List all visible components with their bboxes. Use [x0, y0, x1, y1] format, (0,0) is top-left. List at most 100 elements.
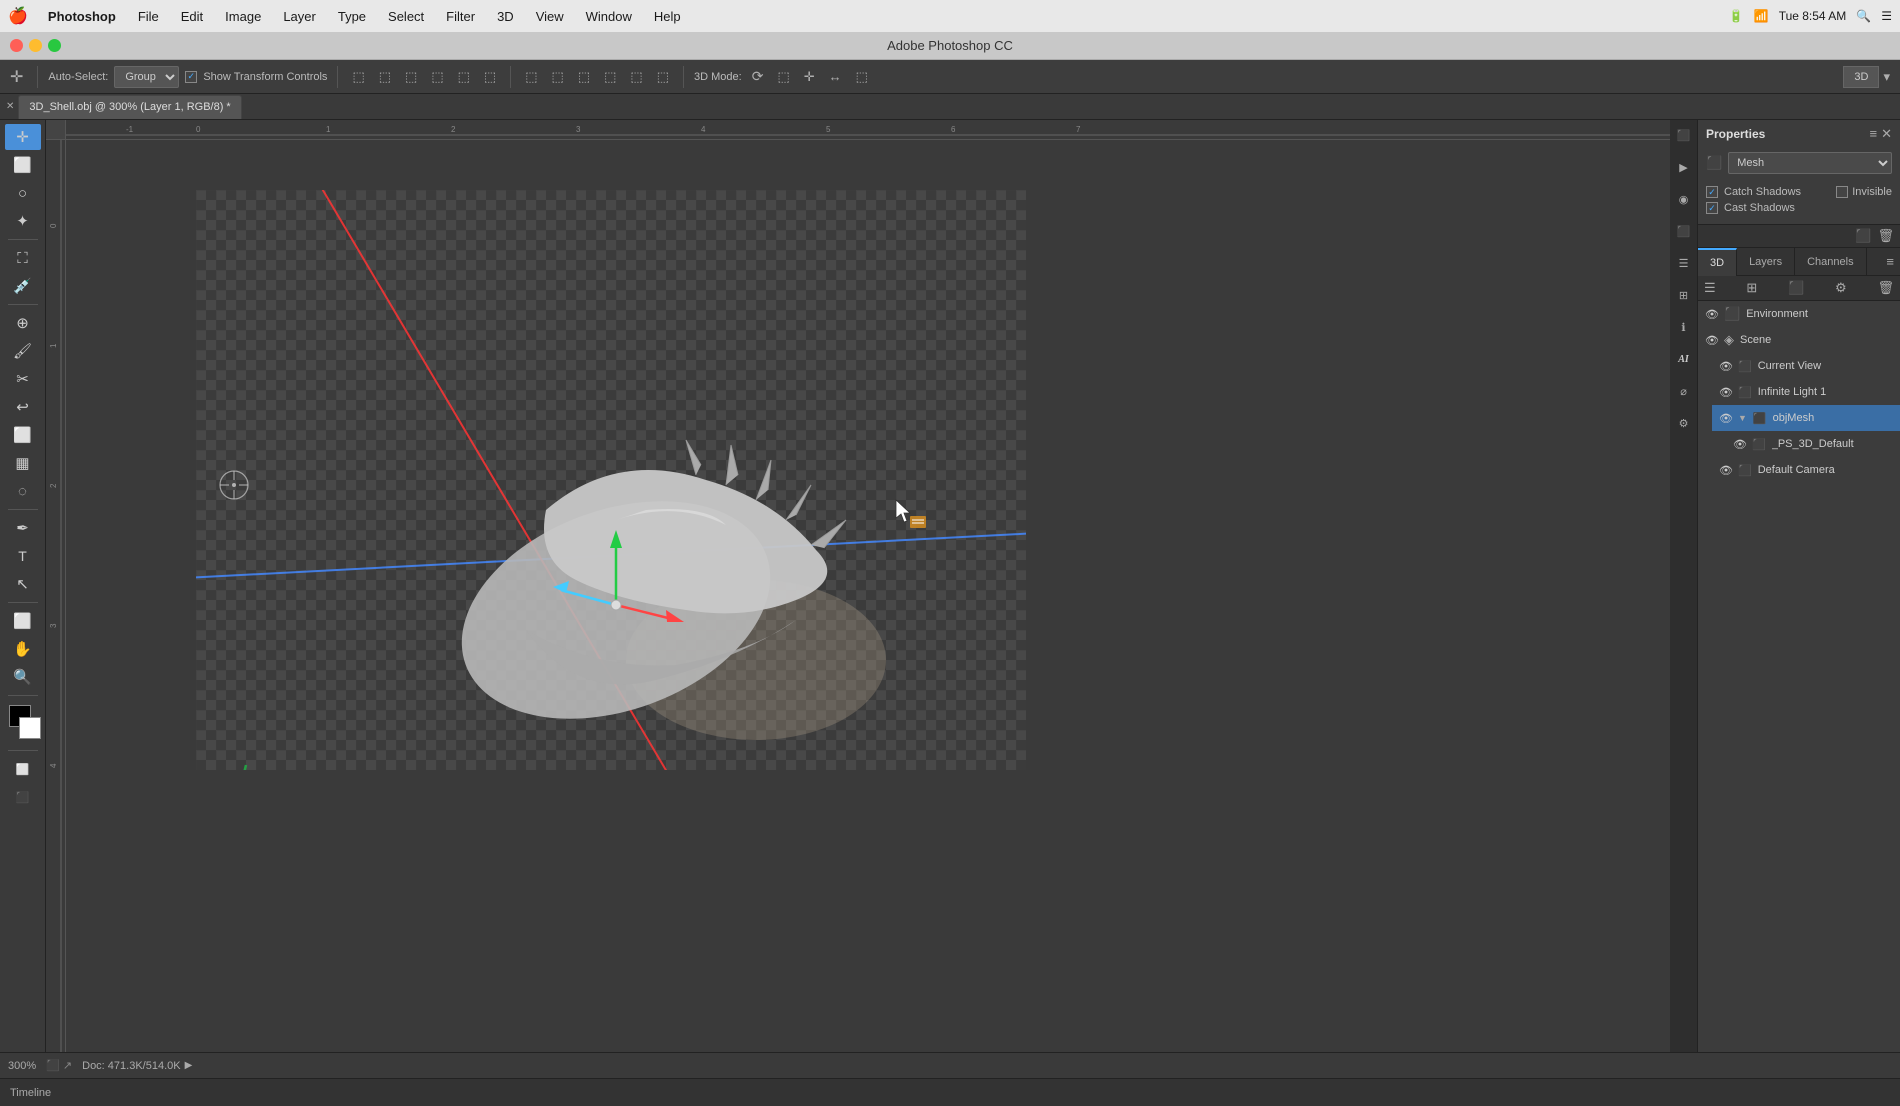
- menu-3d[interactable]: 3D: [487, 7, 524, 26]
- quick-select-tool[interactable]: ✦: [5, 208, 41, 234]
- cast-shadows-check[interactable]: ✓: [1706, 202, 1718, 214]
- info-icon[interactable]: ℹ: [1673, 316, 1695, 338]
- menu-edit[interactable]: Edit: [171, 7, 213, 26]
- select-rect-tool[interactable]: ⬜: [5, 152, 41, 178]
- menu-file[interactable]: File: [128, 7, 169, 26]
- background-color[interactable]: [19, 717, 41, 739]
- align-bottom-icon[interactable]: ⬚: [480, 67, 500, 87]
- document-canvas[interactable]: Y X: [66, 140, 1670, 1052]
- align-right-icon[interactable]: ⬚: [401, 67, 421, 87]
- show-transform-check[interactable]: [185, 71, 197, 83]
- panel-filter-icon[interactable]: ⬛: [1855, 228, 1871, 244]
- document-tab[interactable]: 3D_Shell.obj @ 300% (Layer 1, RGB/8) *: [18, 95, 241, 119]
- mini-bridge-icon[interactable]: ⬛: [1673, 124, 1695, 146]
- maximize-button[interactable]: [48, 39, 61, 52]
- blur-tool[interactable]: ◌: [5, 478, 41, 504]
- layer-vis-view[interactable]: 👁: [1718, 358, 1734, 374]
- layer-scene[interactable]: 👁 ◈ Scene: [1698, 327, 1900, 353]
- move-tool[interactable]: ✛: [5, 124, 41, 150]
- path-select-tool[interactable]: ↖: [5, 571, 41, 597]
- panel-trash-icon[interactable]: 🗑: [1877, 228, 1894, 244]
- layer-comp-icon[interactable]: ☰: [1673, 252, 1695, 274]
- menu-help[interactable]: Help: [644, 7, 691, 26]
- shape-tool[interactable]: ⬜: [5, 608, 41, 634]
- layer-vis-env[interactable]: 👁: [1704, 306, 1720, 322]
- layer-obj-mesh[interactable]: 👁 ▼ ⬛ objMesh: [1712, 405, 1900, 431]
- menu-type[interactable]: Type: [328, 7, 376, 26]
- status-arrow[interactable]: ▶: [185, 1060, 193, 1071]
- align-center-v-icon[interactable]: ⬚: [454, 67, 474, 87]
- gradient-tool[interactable]: ▦: [5, 450, 41, 476]
- brush-tool[interactable]: 🖌: [5, 338, 41, 364]
- layer-current-view[interactable]: 👁 ⬛ Current View: [1712, 353, 1900, 379]
- menu-select[interactable]: Select: [378, 7, 434, 26]
- 3d-chevron-icon[interactable]: ▾: [1879, 67, 1894, 87]
- minimize-button[interactable]: [29, 39, 42, 52]
- distribute-h-icon[interactable]: ⬚: [521, 67, 541, 87]
- menu-image[interactable]: Image: [215, 7, 271, 26]
- layer-vis-mesh[interactable]: 👁: [1718, 410, 1734, 426]
- ai-icon[interactable]: AI: [1673, 348, 1695, 370]
- 3d-sphere-icon[interactable]: ◉: [1673, 188, 1695, 210]
- quick-mask-btn[interactable]: ⬜: [5, 756, 41, 782]
- 3d-rotate-icon[interactable]: ⟳: [748, 66, 768, 87]
- menu-filter[interactable]: Filter: [436, 7, 485, 26]
- 3d-slide-icon[interactable]: ↔: [825, 67, 846, 86]
- 3d-roll-icon[interactable]: ⬚: [773, 67, 793, 87]
- zoom-tool[interactable]: 🔍: [5, 664, 41, 690]
- lasso-tool[interactable]: ○: [5, 180, 41, 206]
- mesh-dropdown[interactable]: Mesh: [1728, 152, 1892, 174]
- layer-ps3d-default[interactable]: 👁 ⬛ _PS_3D_Default: [1726, 431, 1900, 457]
- layer-filter-icon[interactable]: ⚙: [1835, 280, 1847, 296]
- align-center-h-icon[interactable]: ⬚: [375, 67, 395, 87]
- menu-window[interactable]: Window: [576, 7, 642, 26]
- healing-brush-tool[interactable]: ⊕: [5, 310, 41, 336]
- align-left-icon[interactable]: ⬚: [348, 67, 368, 87]
- invisible-check[interactable]: [1836, 186, 1848, 198]
- timeline-icon[interactable]: ⬛: [1673, 220, 1695, 242]
- align-top-icon[interactable]: ⬚: [427, 67, 447, 87]
- 3d-scale-icon[interactable]: ⬚: [852, 67, 872, 87]
- search-icon[interactable]: 🔍: [1856, 9, 1871, 23]
- layer-infinite-light[interactable]: 👁 ⬛ Infinite Light 1: [1712, 379, 1900, 405]
- crop-tool[interactable]: ⛶: [5, 245, 41, 271]
- menu-layer[interactable]: Layer: [273, 7, 326, 26]
- canvas-area[interactable]: -1 0 1 2 3 4 5 6 7 0 1 2 3 4: [46, 120, 1670, 1052]
- type-tool[interactable]: T: [5, 543, 41, 569]
- brush-panel-icon[interactable]: ⌀: [1673, 380, 1695, 402]
- canvas-inner[interactable]: Y X: [196, 190, 1026, 770]
- distribute-5-icon[interactable]: ⬚: [626, 67, 646, 87]
- distribute-v-icon[interactable]: ⬚: [548, 67, 568, 87]
- close-button[interactable]: [10, 39, 23, 52]
- layer-new-icon[interactable]: ⊞: [1746, 280, 1757, 296]
- apple-menu-icon[interactable]: 🍎: [8, 6, 28, 26]
- distribute-4-icon[interactable]: ⬚: [600, 67, 620, 87]
- layer-group-icon[interactable]: ⬛: [1788, 280, 1804, 296]
- notification-icon[interactable]: ☰: [1881, 9, 1892, 23]
- panel-menu-icon[interactable]: ≡: [1886, 254, 1894, 269]
- distribute-6-icon[interactable]: ⬚: [653, 67, 673, 87]
- mesh-expand-arrow[interactable]: ▼: [1738, 413, 1747, 423]
- tab-layers[interactable]: Layers: [1737, 248, 1795, 276]
- screen-mode-btn[interactable]: ⬛: [5, 784, 41, 810]
- hand-tool[interactable]: ✋: [5, 636, 41, 662]
- play-icon[interactable]: ▶: [1673, 156, 1695, 178]
- layer-vis-default[interactable]: 👁: [1732, 436, 1748, 452]
- layer-trash-icon[interactable]: 🗑: [1877, 280, 1894, 296]
- layer-list-icon[interactable]: ☰: [1704, 280, 1716, 296]
- tab-3d[interactable]: 3D: [1698, 248, 1737, 276]
- properties-menu-icon[interactable]: ≡: [1870, 126, 1878, 142]
- tab-channels[interactable]: Channels: [1795, 248, 1866, 276]
- tab-close-icon[interactable]: ✕: [6, 101, 14, 112]
- move-tool-icon[interactable]: ✛: [6, 65, 27, 89]
- history-brush-tool[interactable]: ↩: [5, 394, 41, 420]
- menu-view[interactable]: View: [526, 7, 574, 26]
- pen-tool[interactable]: ✒: [5, 515, 41, 541]
- layer-vis-camera[interactable]: 👁: [1718, 462, 1734, 478]
- color-swatches[interactable]: [5, 705, 41, 741]
- distribute-3-icon[interactable]: ⬚: [574, 67, 594, 87]
- layer-vis-light[interactable]: 👁: [1718, 384, 1734, 400]
- adjustments-icon[interactable]: ⊞: [1673, 284, 1695, 306]
- eraser-tool[interactable]: ⬜: [5, 422, 41, 448]
- layer-environment[interactable]: 👁 ⬛ Environment: [1698, 301, 1900, 327]
